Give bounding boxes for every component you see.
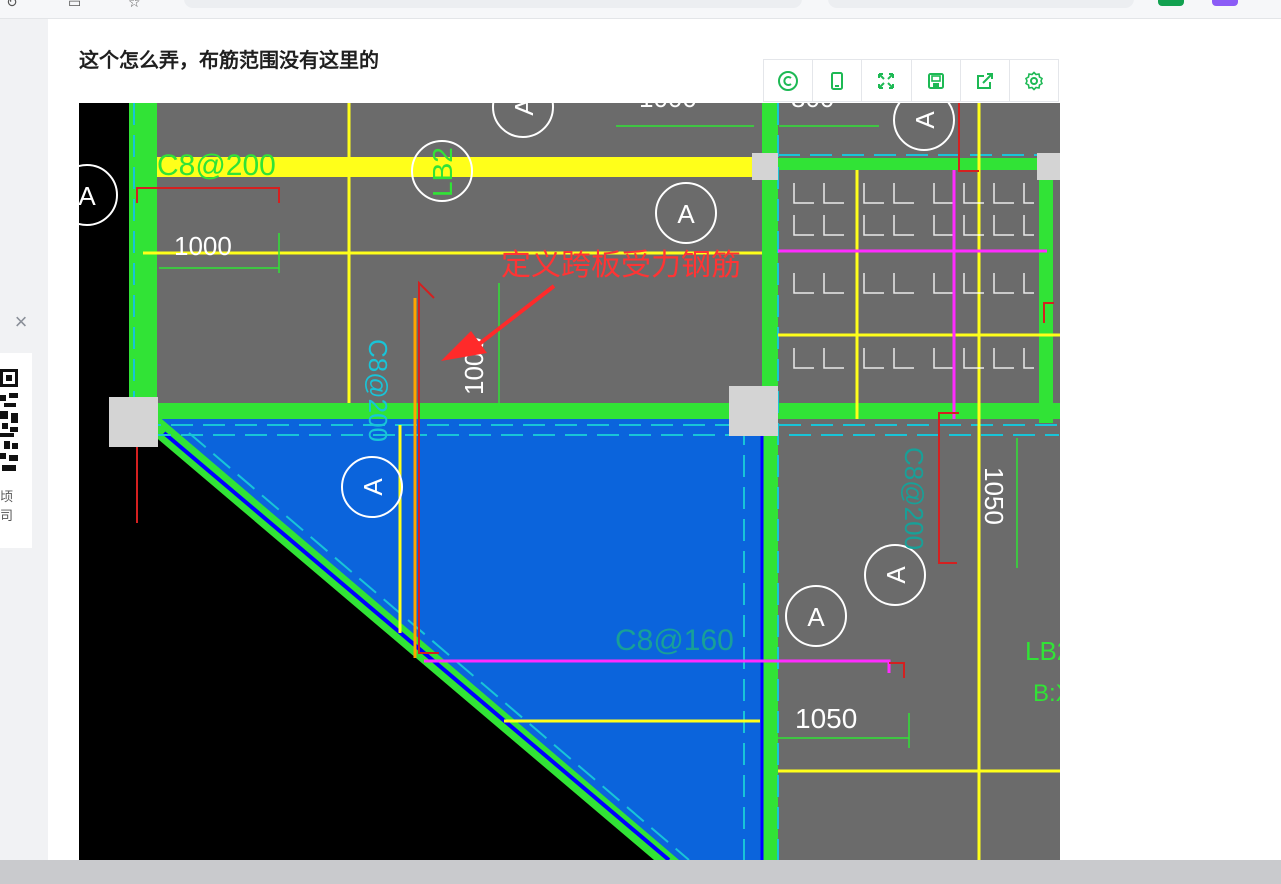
fullscreen-icon <box>878 72 895 89</box>
rebar-label-vertical-right: C8@200 <box>899 447 929 550</box>
dim-1000: 1000 <box>174 231 232 261</box>
slab-top-right <box>764 103 1060 428</box>
close-icon[interactable]: × <box>10 311 32 333</box>
slab-label: A <box>807 602 825 632</box>
taskbar <box>0 860 1281 884</box>
fullscreen-button[interactable] <box>862 60 912 101</box>
browser-toolbar: ↻ ▭ ☆ <box>0 0 1281 19</box>
qr-code <box>0 365 20 475</box>
save-icon <box>927 72 944 89</box>
question-title: 这个怎么弄，布筋范围没有这里的 <box>79 50 379 72</box>
lb2-partial: LB2 <box>1025 636 1060 666</box>
image-viewer-toolbar <box>763 59 1059 102</box>
slab-label: A <box>677 199 695 229</box>
extension-green-icon[interactable] <box>1158 0 1184 6</box>
dim-800-top: 800 <box>791 103 834 113</box>
cad-drawing[interactable]: A A A A A A A C8@200 LB2 1000 1000 800 C… <box>79 103 1060 860</box>
mobile-view-button[interactable] <box>813 60 863 101</box>
save-button[interactable] <box>912 60 961 101</box>
search-box[interactable] <box>828 0 1134 8</box>
slab-label: A <box>79 181 96 211</box>
slab-label: A <box>881 566 911 584</box>
mobile-icon <box>831 71 844 90</box>
copyright-button[interactable] <box>764 60 814 101</box>
slab-label: A <box>910 111 940 129</box>
slab-label: A <box>358 478 388 496</box>
bx-partial: B:X <box>1033 680 1060 707</box>
rebar-label-blue: C8@160 <box>615 624 734 657</box>
share-button[interactable] <box>961 60 1010 101</box>
settings-button[interactable] <box>1010 60 1058 101</box>
dim-1050: 1050 <box>795 703 857 734</box>
bookmark-star-icon[interactable]: ☆ <box>128 0 144 10</box>
dim-1050-vertical: 1050 <box>979 467 1009 525</box>
slab-label: A <box>509 103 539 116</box>
extension-purple-icon[interactable] <box>1212 0 1238 6</box>
address-bar[interactable] <box>184 0 802 8</box>
tab-icon[interactable]: ▭ <box>68 0 84 10</box>
copyright-icon <box>778 70 799 91</box>
refresh-icon[interactable]: ↻ <box>6 0 22 10</box>
rebar-label-top: C8@200 <box>157 149 276 182</box>
dim-1000-top: 1000 <box>639 103 697 113</box>
rebar-label-vertical-left: C8@200 <box>363 339 393 442</box>
lb2-label: LB2 <box>427 147 458 197</box>
annotation-define-rebar: 定义跨板受力钢筋 <box>501 248 741 283</box>
share-icon <box>976 72 993 89</box>
qr-caption: 顷 司 <box>0 489 14 523</box>
settings-icon <box>1024 70 1043 91</box>
